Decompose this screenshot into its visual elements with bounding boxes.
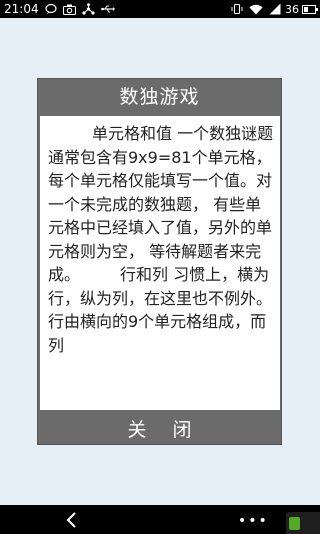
vibrate-icon (230, 2, 244, 16)
app-store-logo-icon (286, 512, 320, 534)
navigation-bar: ••• (0, 505, 320, 534)
chat-icon (44, 2, 58, 16)
chevron-left-icon[interactable] (63, 511, 81, 529)
camera-icon (63, 2, 77, 16)
sudoku-info-dialog: 数独游戏 单元格和值 一个数独谜题通常包含有9x9=81个单元格， 每个单元格仅… (37, 78, 282, 445)
dialog-footer: 关闭 (38, 410, 281, 446)
close-button[interactable]: 关闭 (101, 415, 217, 442)
status-bar: 21:04 36 (0, 0, 320, 18)
more-dots-icon[interactable]: ••• (238, 513, 269, 529)
dialog-title: 数独游戏 (119, 86, 200, 108)
wifi-icon (249, 2, 263, 16)
battery-icon (302, 4, 318, 14)
dialog-body-text[interactable]: 单元格和值 一个数独谜题通常包含有9x9=81个单元格， 每个单元格仅能填写一个… (40, 116, 280, 410)
battery-percent: 36 (285, 2, 299, 16)
share-icon (82, 2, 96, 16)
signal-icon (268, 2, 282, 16)
usb-icon (100, 2, 115, 16)
status-time: 21:04 (4, 2, 39, 16)
